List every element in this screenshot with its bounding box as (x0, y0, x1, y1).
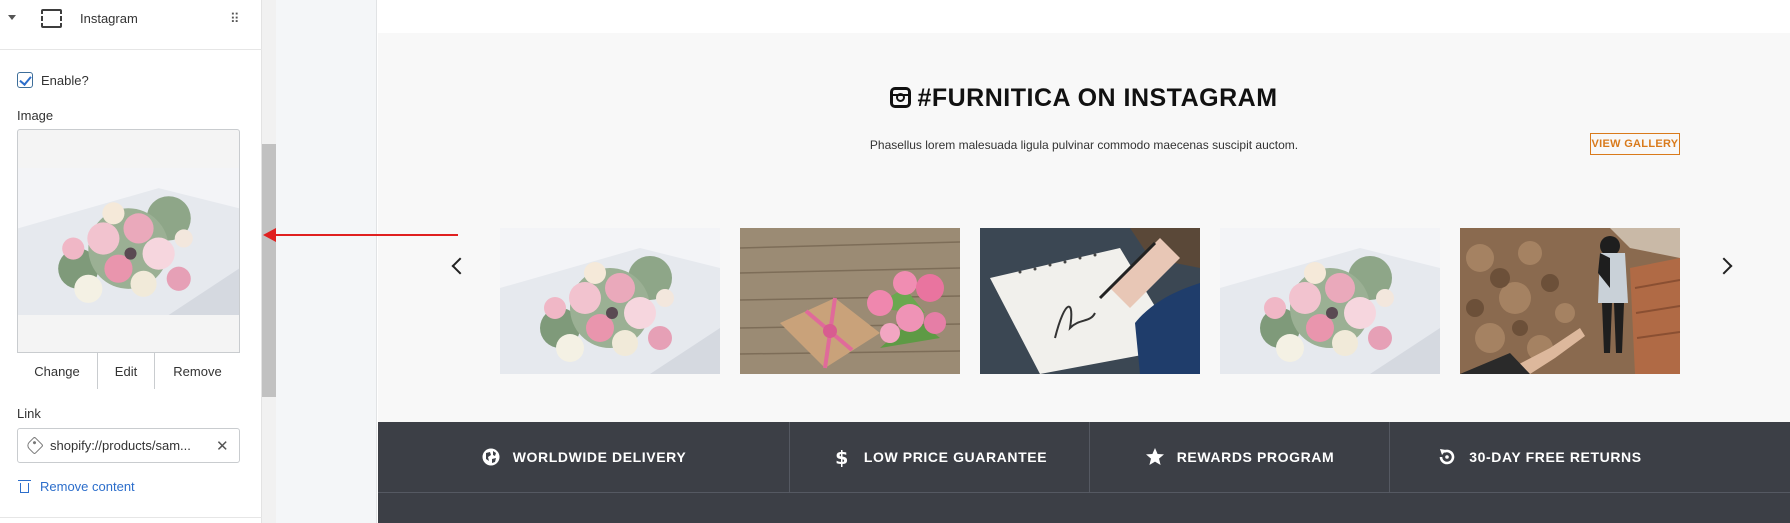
section-title: Instagram (80, 11, 138, 26)
feature-worldwide-delivery: WORLDWIDE DELIVERY (378, 422, 789, 492)
collapse-caret-icon[interactable] (8, 15, 16, 20)
instagram-section: #FURNITICA ON INSTAGRAM Phasellus lorem … (378, 33, 1790, 422)
instagram-thumb-1[interactable] (500, 228, 720, 374)
image-label: Image (17, 108, 54, 123)
star-icon (1145, 448, 1164, 465)
instagram-thumb-2[interactable] (740, 228, 960, 374)
carousel-next-icon[interactable] (1715, 257, 1733, 275)
annotation-arrow-line (274, 234, 458, 236)
preview-gutter (276, 0, 377, 523)
features-divider-line (378, 492, 1790, 493)
enable-checkbox[interactable] (17, 72, 33, 88)
section-layout-icon (41, 9, 62, 28)
edit-image-button[interactable]: Edit (98, 353, 155, 389)
feature-free-returns: 30-DAY FREE RETURNS (1390, 422, 1689, 492)
trash-icon (18, 480, 31, 493)
instagram-thumb-4[interactable] (1220, 228, 1440, 374)
enable-label: Enable? (41, 73, 89, 88)
view-gallery-button[interactable]: VIEW GALLERY (1590, 133, 1680, 155)
return-icon (1439, 449, 1455, 465)
instagram-title: #FURNITICA ON INSTAGRAM (917, 84, 1278, 112)
drag-handle-icon[interactable]: ⠿ (230, 12, 239, 25)
instagram-subtitle: Phasellus lorem malesuada ligula pulvina… (869, 138, 1299, 152)
svg-text:$: $ (835, 447, 849, 467)
feature-label: REWARDS PROGRAM (1176, 449, 1335, 465)
link-label: Link (17, 406, 41, 421)
globe-icon (482, 448, 500, 466)
feature-label: WORLDWIDE DELIVERY (512, 449, 687, 465)
panel-scrollbar-thumb[interactable] (262, 144, 276, 397)
divider (0, 517, 262, 518)
store-preview: #FURNITICA ON INSTAGRAM Phasellus lorem … (378, 0, 1790, 523)
instagram-icon (890, 87, 912, 108)
instagram-thumb-5[interactable] (1460, 228, 1680, 374)
remove-image-button[interactable]: Remove (155, 353, 240, 389)
image-picker[interactable]: Change Edit Remove (17, 129, 240, 389)
screen: Instagram ⠿ Enable? Image Change Edit Re… (0, 0, 1790, 523)
feature-label: LOW PRICE GUARANTEE (863, 449, 1048, 465)
feature-low-price: $ LOW PRICE GUARANTEE (790, 422, 1089, 492)
instagram-thumb-3[interactable] (980, 228, 1200, 374)
section-header[interactable]: Instagram ⠿ (0, 0, 262, 50)
feature-rewards: REWARDS PROGRAM (1090, 422, 1389, 492)
link-value[interactable]: shopify://products/sam... (50, 438, 210, 453)
feature-label: 30-DAY FREE RETURNS (1469, 449, 1642, 465)
image-actions: Change Edit Remove (17, 352, 240, 389)
clear-link-icon[interactable]: ✕ (216, 437, 229, 455)
annotation-arrow-head-icon (263, 228, 276, 242)
bouquet-image (18, 168, 239, 315)
carousel-prev-icon[interactable] (451, 257, 469, 275)
section-settings-panel: Instagram ⠿ Enable? Image Change Edit Re… (0, 0, 262, 523)
image-preview (18, 168, 239, 315)
dollar-icon: $ (835, 447, 849, 467)
tag-icon (25, 436, 44, 455)
change-image-button[interactable]: Change (17, 353, 98, 389)
instagram-heading: #FURNITICA ON INSTAGRAM (378, 84, 1790, 113)
link-field[interactable]: shopify://products/sam... ✕ (17, 428, 240, 463)
features-bar: WORLDWIDE DELIVERY $ LOW PRICE GUARANTEE… (378, 422, 1790, 523)
remove-content-label[interactable]: Remove content (40, 479, 135, 494)
